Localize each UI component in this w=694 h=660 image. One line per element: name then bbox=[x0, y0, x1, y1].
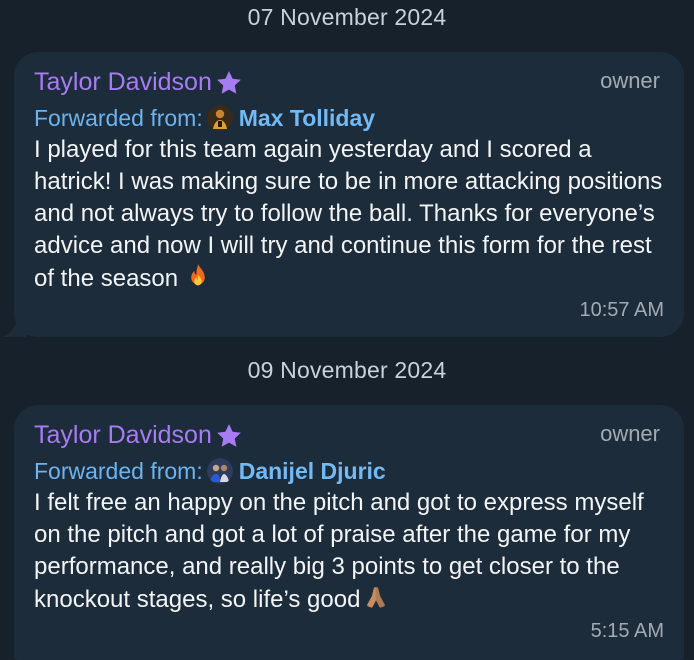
premium-star-icon bbox=[217, 424, 241, 447]
folded-hands-emoji-icon bbox=[367, 587, 386, 608]
date-separator: 09 November 2024 bbox=[247, 357, 447, 383]
sender-name[interactable]: Taylor Davidson bbox=[34, 419, 212, 451]
member-role-badge: owner bbox=[600, 68, 660, 93]
sender-name[interactable]: Taylor Davidson bbox=[34, 66, 212, 98]
message-text: I played for this team again yesterday a… bbox=[34, 134, 664, 295]
fire-emoji-icon bbox=[191, 263, 205, 286]
forwarded-header[interactable]: Forwarded from: Danijel Djuric bbox=[34, 453, 664, 485]
premium-star-icon bbox=[217, 71, 241, 94]
message-bubble[interactable]: Taylor Davidson owner Forwarded from: Ma… bbox=[2, 52, 684, 337]
message-timestamp: 5:15 AM bbox=[590, 620, 664, 642]
member-role-badge: owner bbox=[600, 421, 660, 446]
forwarded-avatar[interactable] bbox=[206, 457, 233, 484]
forwarded-label: Forwarded from: bbox=[34, 457, 203, 484]
message-text: I felt free an happy on the pitch and go… bbox=[34, 487, 664, 616]
forwarded-avatar[interactable] bbox=[206, 104, 233, 131]
bubble-tail bbox=[2, 311, 26, 337]
message-body: I played for this team again yesterday a… bbox=[34, 136, 669, 292]
forwarded-header[interactable]: Forwarded from: Max Tolliday bbox=[34, 100, 664, 132]
forwarded-label: Forwarded from: bbox=[34, 104, 203, 131]
message-bubble[interactable]: Taylor Davidson owner Forwarded from: Da… bbox=[14, 405, 684, 660]
forwarded-from-name[interactable]: Danijel Djuric bbox=[239, 455, 386, 487]
date-separator: 07 November 2024 bbox=[247, 4, 447, 30]
message-timestamp: 10:57 AM bbox=[579, 299, 664, 321]
forwarded-from-name[interactable]: Max Tolliday bbox=[239, 102, 375, 134]
message-body: I felt free an happy on the pitch and go… bbox=[34, 489, 651, 613]
